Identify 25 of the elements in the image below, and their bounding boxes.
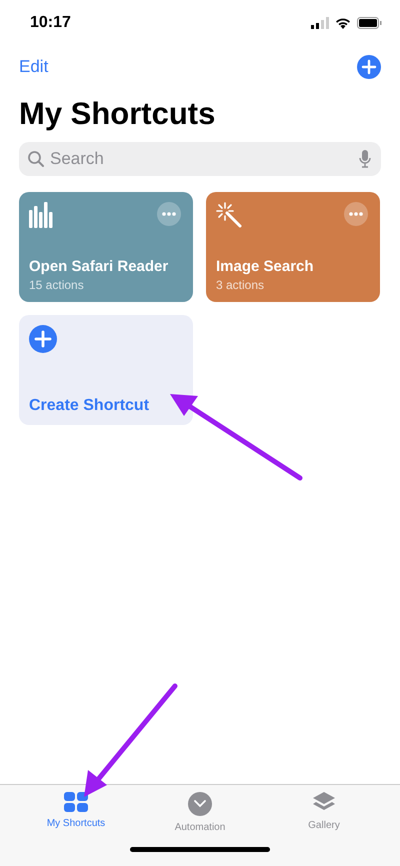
tab[interactable]: My Shortcuts [31,792,121,833]
magic-wand-icon [216,202,242,228]
action-count: 15 actions [29,278,85,292]
battery-icon [357,17,382,29]
grid-icon [64,792,88,812]
add-icon[interactable] [357,55,381,79]
edit-link[interactable]: Edit [19,57,48,77]
page-title: My Shortcuts [19,95,216,133]
shortcut-card[interactable]: Open Safari Reader 15 actions [19,192,193,302]
tab[interactable]: Gallery [279,792,369,833]
tab[interactable]: Automation [155,792,245,833]
signal-icon [311,17,329,29]
more-icon[interactable] [157,202,181,226]
create-shortcut-label: Create Shortcut [29,397,150,415]
shortcut-name: Open Safari Reader [29,258,170,275]
add-icon [29,325,57,353]
status-time: 10:17 [30,14,71,32]
shortcut-name: Image Search [216,258,315,275]
shortcut-card[interactable]: Image Search 3 actions [206,192,380,302]
search-field[interactable]: Search [19,142,381,176]
create-shortcut-card[interactable]: Create Shortcut [19,315,193,425]
more-icon[interactable] [344,202,368,226]
action-count: 3 actions [216,278,266,292]
microphone-icon [359,150,371,168]
wifi-icon [335,17,351,29]
